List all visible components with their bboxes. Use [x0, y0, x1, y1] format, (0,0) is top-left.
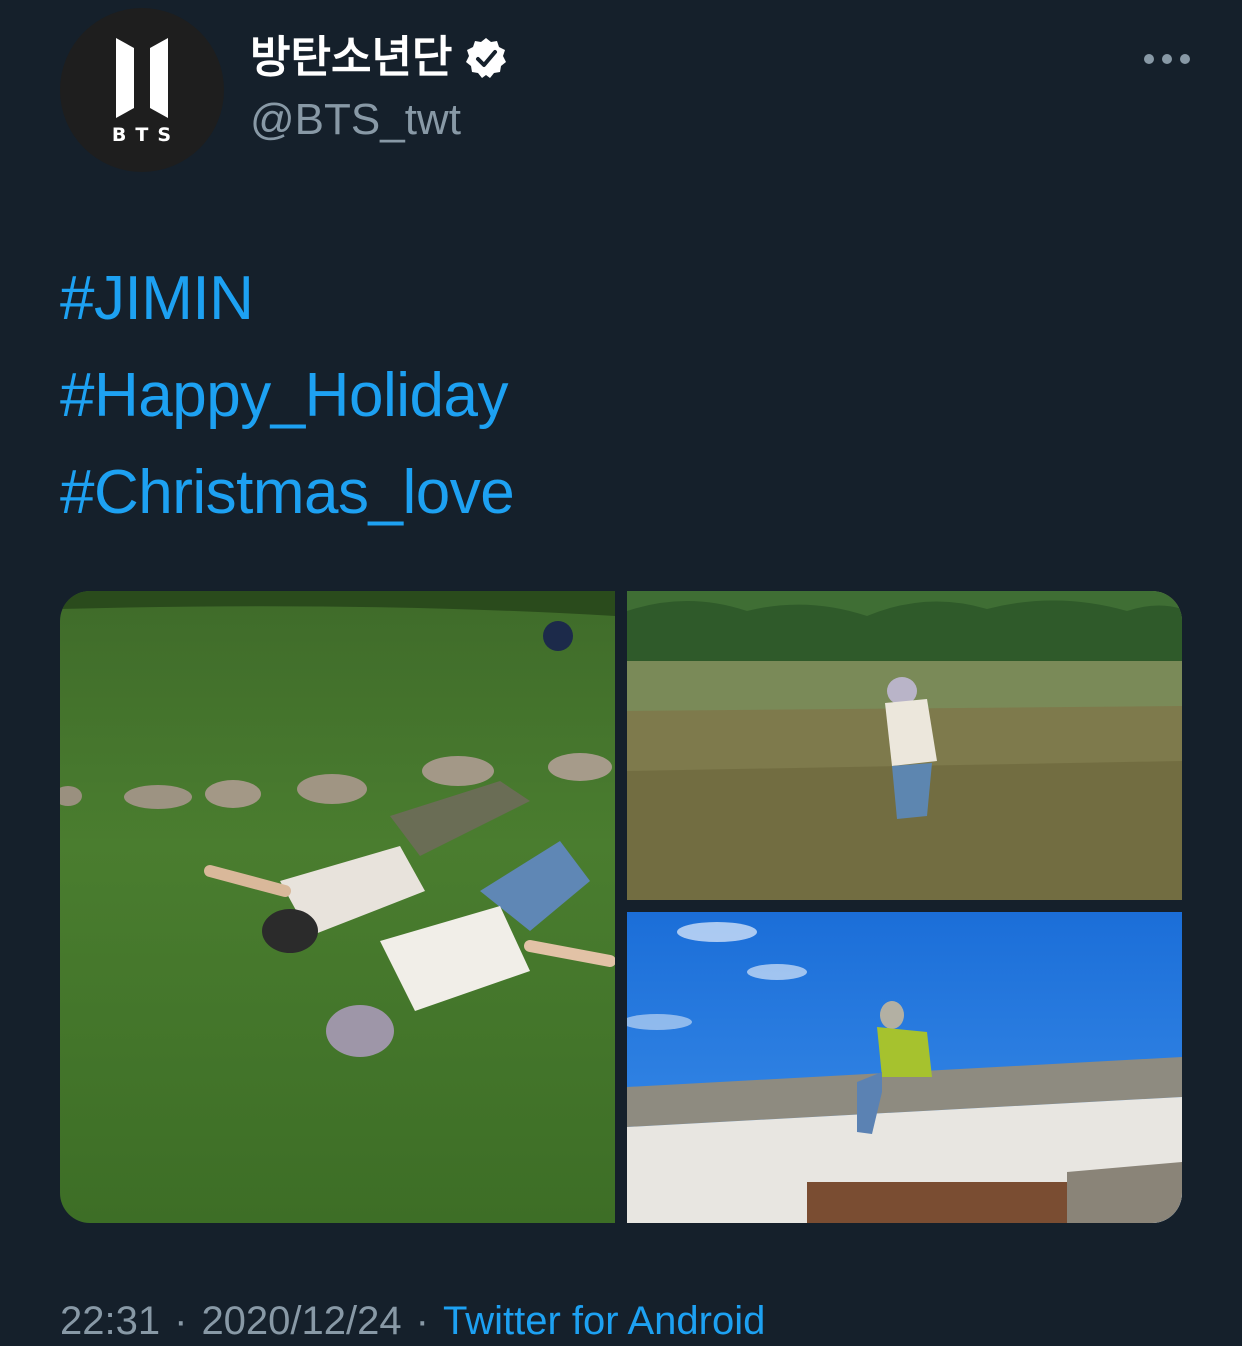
tweet-source-link[interactable]: Twitter for Android	[443, 1299, 765, 1343]
meta-separator: ·	[174, 1299, 188, 1343]
tweet-time: 22:31	[60, 1299, 161, 1343]
hashtag-link-christmas-love[interactable]: #Christmas_love	[60, 444, 515, 541]
photo-sitting-on-roof[interactable]	[627, 912, 1182, 1223]
more-dot	[1162, 54, 1172, 64]
user-handle[interactable]: @BTS_twt	[250, 94, 461, 146]
more-dot	[1180, 54, 1190, 64]
avatar-caption: BTS	[111, 124, 181, 146]
display-name[interactable]: 방탄소년단	[250, 30, 508, 86]
photo-standing-in-river[interactable]	[627, 591, 1182, 900]
more-horizontal-icon[interactable]	[1144, 44, 1190, 74]
display-name-text: 방탄소년단	[250, 32, 453, 83]
avatar[interactable]: BTS	[60, 8, 224, 172]
verified-badge-icon	[464, 36, 508, 80]
tweet-meta: 22:31 · 2020/12/24 · Twitter for Android	[60, 1296, 765, 1346]
photo-lying-on-grass[interactable]	[60, 591, 615, 1223]
meta-separator: ·	[415, 1299, 429, 1343]
media-grid	[60, 591, 1182, 1223]
bts-logo-icon	[116, 38, 168, 118]
hashtag-link-jimin[interactable]: #JIMIN	[60, 250, 514, 347]
tweet-date: 2020/12/24	[201, 1299, 402, 1343]
tweet-text: #JIMIN #Happy_Holiday #Christmas_love	[60, 250, 515, 541]
hashtag-link-happy-holiday[interactable]: #Happy_Holiday	[60, 347, 514, 444]
more-dot	[1144, 54, 1154, 64]
